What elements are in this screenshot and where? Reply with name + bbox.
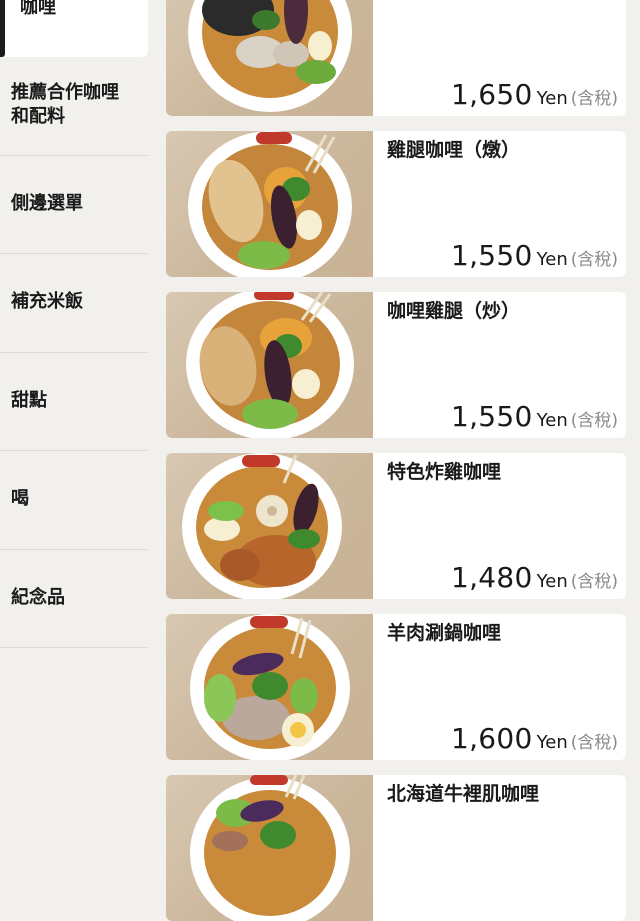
food-photo [166,0,373,116]
sidebar-item-label: 咖哩 [20,0,56,18]
menu-item-card[interactable]: 羊肉涮鍋咖哩 1,600 Yen (含稅) [166,614,626,760]
price-row: 1,550 Yen (含稅) [450,400,618,433]
tax-note: (含稅) [570,572,618,592]
price-row: 1,550 Yen (含稅) [450,239,618,272]
sidebar-item-dessert[interactable]: 甜點 [0,353,148,451]
tax-note: (含稅) [570,411,618,431]
food-photo [166,131,373,277]
sidebar-item-label: 紀念品 [11,587,65,608]
price-value: 1,480 [450,561,533,594]
sidebar-item-label: 側邊選單 [11,193,83,214]
sidebar-item-souvenirs[interactable]: 紀念品 [0,550,148,648]
menu-item-name: 羊肉涮鍋咖哩 [387,622,502,644]
menu-item-name: 北海道牛裡肌咖哩 [387,783,540,805]
tax-note: (含稅) [570,89,618,109]
tax-note: (含稅) [570,733,618,753]
sidebar-item-side-menu[interactable]: 側邊選單 [0,156,148,254]
sidebar-item-label: 推薦合作咖哩 和配料 [11,82,119,127]
menu-item-name: 咖哩雞腿（炒） [387,300,521,322]
menu-item-card[interactable]: 特色炸雞咖哩 1,480 Yen (含稅) [166,453,626,599]
sidebar-item-label: 喝 [11,488,29,509]
food-photo [166,775,373,921]
menu-item-card[interactable]: 咖哩雞腿（炒） 1,550 Yen (含稅) [166,292,626,438]
currency-label: Yen [536,410,568,431]
price-row: 1,650 Yen (含稅) [450,78,618,111]
sidebar-item-extra-rice[interactable]: 補充米飯 [0,254,148,353]
tax-note: (含稅) [570,250,618,270]
currency-label: Yen [536,249,568,270]
active-indicator [0,0,5,57]
sidebar-item-drinks[interactable]: 喝 [0,451,148,550]
menu-item-card[interactable]: 1,650 Yen (含稅) [166,0,626,116]
food-photo [166,614,373,760]
menu-item-card[interactable]: 雞腿咖哩（燉） 1,550 Yen (含稅) [166,131,626,277]
price-value: 1,550 [450,239,533,272]
currency-label: Yen [536,732,568,753]
menu-item-name: 雞腿咖哩（燉） [387,139,521,161]
sidebar-item-label: 補充米飯 [11,291,83,312]
menu-item-card[interactable]: 北海道牛裡肌咖哩 [166,775,626,921]
menu-item-name: 特色炸雞咖哩 [387,461,502,483]
price-value: 1,600 [450,722,533,755]
price-row: 1,600 Yen (含稅) [450,722,618,755]
currency-label: Yen [536,88,568,109]
sidebar-item-recommended-toppings[interactable]: 推薦合作咖哩 和配料 [0,57,148,156]
price-row: 1,480 Yen (含稅) [450,561,618,594]
currency-label: Yen [536,571,568,592]
food-photo [166,292,373,438]
menu-list: 1,650 Yen (含稅) 雞腿咖哩（燉） 1,550 Yen (含稅) 咖哩… [148,0,640,921]
price-value: 1,550 [450,400,533,433]
category-sidebar: 咖哩 推薦合作咖哩 和配料 側邊選單 補充米飯 甜點 喝 紀念品 [0,0,148,853]
price-value: 1,650 [450,78,533,111]
sidebar-item-curry[interactable]: 咖哩 [0,0,148,57]
sidebar-item-label: 甜點 [11,390,47,411]
food-photo [166,453,373,599]
